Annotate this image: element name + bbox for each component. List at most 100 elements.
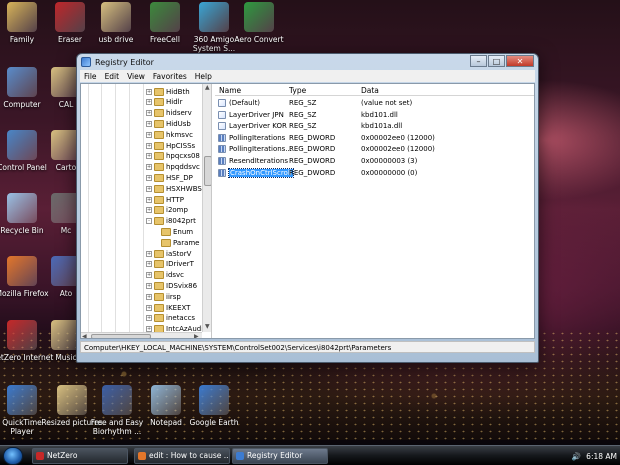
tree-node[interactable]: + HTTP <box>146 194 184 205</box>
value-data: 0x00000000 (0) <box>361 168 418 177</box>
tree-node-label: i8042prt <box>166 217 196 226</box>
tree-node[interactable]: + IKEEXT <box>146 302 190 313</box>
expand-icon[interactable]: + <box>146 185 152 192</box>
expand-icon[interactable]: + <box>146 196 152 203</box>
value-row[interactable]: LayerDriver JPN REG_SZ kbd101.dll <box>215 110 534 121</box>
tray-clock[interactable]: 6:18 AM <box>586 449 617 464</box>
maximize-button[interactable]: □ <box>488 55 505 67</box>
tree-guide-lines <box>81 84 149 338</box>
column-type[interactable]: Type <box>289 86 306 95</box>
expand-icon[interactable]: + <box>146 293 152 300</box>
taskbar-button[interactable]: edit : How to cause ... <box>134 448 230 464</box>
expand-icon[interactable]: + <box>146 261 152 268</box>
value-row[interactable]: LayerDriver KOR REG_SZ kbd101a.dll <box>215 121 534 132</box>
desktop-icon-aero-convert[interactable]: Aero Convert <box>227 2 291 44</box>
value-row[interactable]: CrashOnCtrlScroll REG_DWORD 0x00000000 (0) <box>215 167 534 179</box>
close-button[interactable]: ✕ <box>506 55 534 67</box>
tree-node[interactable]: + HpCISSs <box>146 140 195 151</box>
expand-icon[interactable]: + <box>146 164 152 171</box>
start-button[interactable] <box>3 447 23 465</box>
tree-vscroll-thumb[interactable] <box>204 156 211 186</box>
scroll-up-arrow-icon[interactable]: ▲ <box>205 85 210 91</box>
menu-favorites[interactable]: Favorites <box>153 72 187 81</box>
desktop-icon-image-icon <box>150 2 180 32</box>
taskbar-button[interactable]: NetZero <box>32 448 128 464</box>
expand-icon[interactable]: + <box>146 250 152 257</box>
expand-icon[interactable]: + <box>146 120 152 127</box>
tree-node[interactable]: + IDSvix86 <box>146 280 197 291</box>
column-name[interactable]: Name <box>219 86 241 95</box>
tree-node[interactable]: + i2omp <box>146 205 188 216</box>
tree-node-label: iirsp <box>166 292 181 301</box>
collapse-icon[interactable]: - <box>146 218 152 225</box>
value-name: PollingIterations <box>229 133 286 142</box>
expand-icon[interactable]: + <box>146 88 152 95</box>
tree-node[interactable]: + hpqddsvc <box>146 162 200 173</box>
values-list[interactable]: Name Type Data (Default) REG_SZ (value not… <box>215 84 534 338</box>
expand-icon[interactable]: + <box>146 272 152 279</box>
menu-file[interactable]: File <box>84 72 97 81</box>
folder-icon <box>154 292 164 301</box>
minimize-button[interactable]: – <box>470 55 487 67</box>
tree-vertical-scrollbar[interactable]: ▲ ▼ <box>202 84 211 332</box>
scroll-left-arrow-icon[interactable]: ◀ <box>82 334 87 339</box>
expand-icon[interactable]: + <box>146 99 152 106</box>
tree-node[interactable]: + hpqcxs08 <box>146 151 200 162</box>
tree-node[interactable]: + idsvc <box>146 270 184 281</box>
expand-icon[interactable]: + <box>146 153 152 160</box>
value-row[interactable]: ResendIterations REG_DWORD 0x00000003 (3) <box>215 156 534 167</box>
expand-icon[interactable]: + <box>146 304 152 311</box>
value-data: kbd101a.dll <box>361 122 403 131</box>
speaker-icon[interactable]: 🔊 <box>572 449 581 464</box>
tree-node[interactable]: + Hidlr <box>146 97 182 108</box>
menu-edit[interactable]: Edit <box>105 72 120 81</box>
tree-hscroll-thumb[interactable] <box>91 334 151 338</box>
expand-icon[interactable]: + <box>146 142 152 149</box>
tree-node[interactable]: + HidUsb <box>146 118 191 129</box>
expand-icon[interactable]: + <box>146 315 152 322</box>
tree-node[interactable]: + IDriverT <box>146 259 194 270</box>
tree-node[interactable]: + HidBth <box>146 86 190 97</box>
column-data[interactable]: Data <box>361 86 379 95</box>
value-name: LayerDriver KOR <box>229 122 287 131</box>
expand-icon[interactable]: + <box>146 110 152 117</box>
tree-node-label: inetaccs <box>166 314 196 323</box>
expand-icon[interactable]: + <box>146 131 152 138</box>
tree-node[interactable]: Enum <box>161 226 193 237</box>
value-row[interactable]: PollingIterations... REG_DWORD 0x00002ee0 … <box>215 144 534 155</box>
menu-help[interactable]: Help <box>195 72 212 81</box>
folder-icon <box>154 184 164 193</box>
value-type: REG_SZ <box>289 110 317 119</box>
value-row[interactable]: (Default) REG_SZ (value not set) <box>215 98 534 109</box>
tree-horizontal-scrollbar[interactable]: ◀ ▶ <box>81 332 202 338</box>
tree-node[interactable]: + HSXHWBS <box>146 183 202 194</box>
tree-node[interactable]: Parame <box>161 237 200 248</box>
expand-icon[interactable]: + <box>146 207 152 214</box>
tree-node[interactable]: + iaStorV <box>146 248 191 259</box>
scroll-right-arrow-icon[interactable]: ▶ <box>194 334 199 339</box>
folder-icon <box>154 281 164 290</box>
menu-view[interactable]: View <box>127 72 145 81</box>
value-name: ResendIterations <box>229 157 289 165</box>
scroll-down-arrow-icon[interactable]: ▼ <box>205 324 210 330</box>
tree-node[interactable]: + hkmsvc <box>146 129 193 140</box>
expand-icon[interactable]: + <box>146 282 152 289</box>
tree-node[interactable]: - i8042prt <box>146 216 196 227</box>
folder-icon <box>154 303 164 312</box>
tree-node[interactable]: + HSF_DP <box>146 172 193 183</box>
taskbar-button[interactable]: Registry Editor <box>232 448 328 464</box>
registry-editor-window[interactable]: Registry Editor – □ ✕ File Edit View Fav… <box>76 53 539 363</box>
taskbar-button-label: Registry Editor <box>247 451 303 460</box>
registry-tree[interactable]: + HidBth + Hidlr + hidserv + HidUsb + hkmsvc + HpCI… <box>81 84 212 338</box>
taskbar-app-icon <box>138 452 146 460</box>
tree-node[interactable]: + inetaccs <box>146 313 195 324</box>
string-value-icon <box>218 110 226 119</box>
value-data: 0x00002ee0 (12000) <box>361 145 435 154</box>
tree-node[interactable]: + hidserv <box>146 108 192 119</box>
tree-node-label: hidserv <box>166 109 192 118</box>
tree-node[interactable]: + iirsp <box>146 291 181 302</box>
expand-icon[interactable]: + <box>146 174 152 181</box>
folder-icon <box>154 130 164 139</box>
desktop-icon-google-earth[interactable]: Google Earth <box>182 385 246 427</box>
value-row[interactable]: PollingIterations REG_DWORD 0x00002ee0 (12… <box>215 133 534 144</box>
